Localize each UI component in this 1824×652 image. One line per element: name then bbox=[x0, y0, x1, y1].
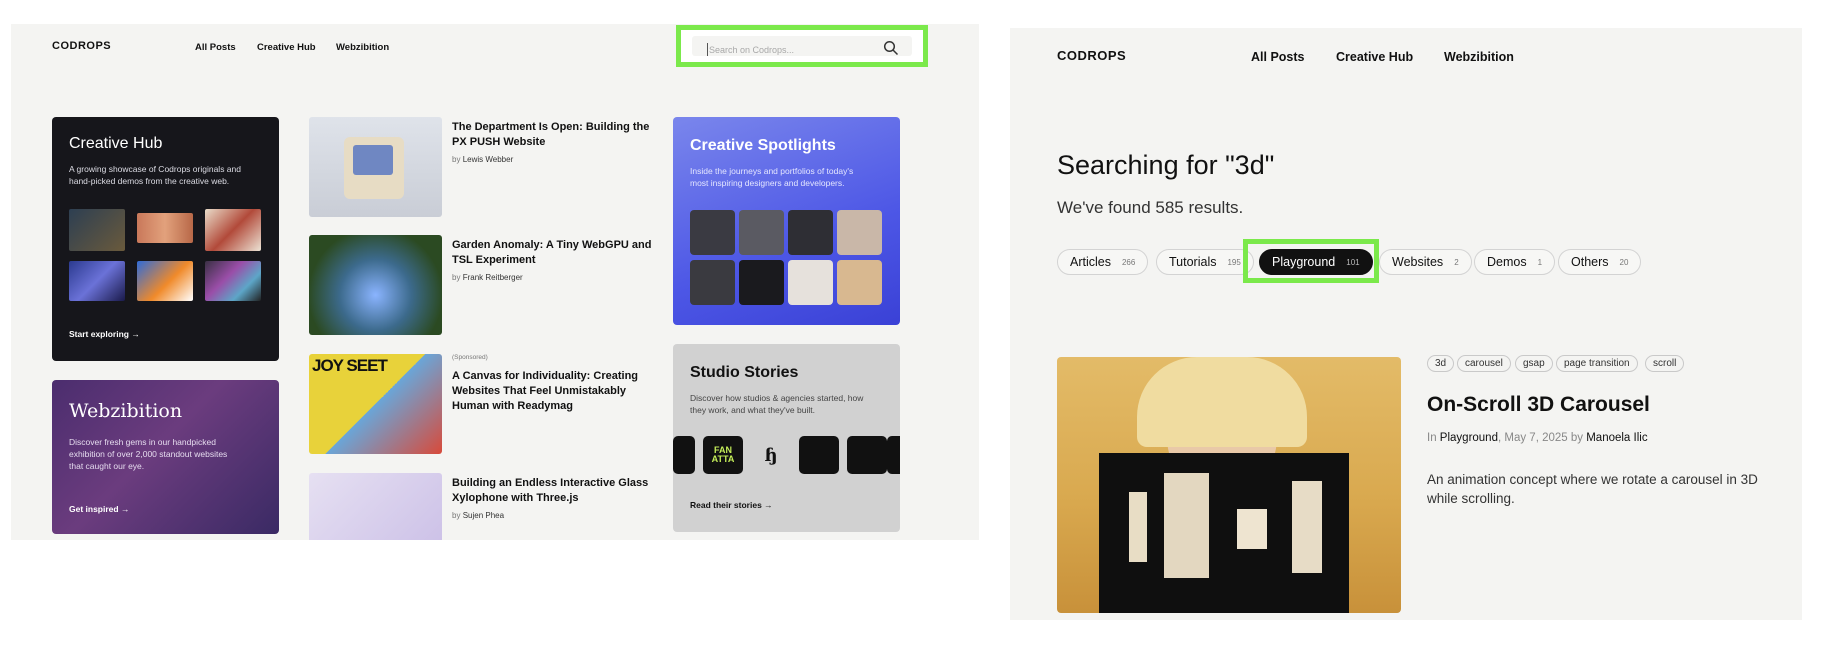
filter-websites[interactable]: Websites 2 bbox=[1379, 249, 1472, 275]
designer-photo[interactable] bbox=[788, 260, 833, 305]
studio-stories-card[interactable]: Studio Stories Discover how studios & ag… bbox=[673, 344, 900, 532]
article-title[interactable]: Building an Endless Interactive Glass Xy… bbox=[452, 476, 652, 506]
filter-tutorials[interactable]: Tutorials 195 bbox=[1156, 249, 1254, 275]
result-meta: In Playground, May 7, 2025 by Manoela Il… bbox=[1427, 432, 1648, 444]
get-inspired-link[interactable]: Get inspired → bbox=[69, 504, 129, 514]
article-title[interactable]: A Canvas for Individuality: Creating Web… bbox=[452, 369, 652, 414]
card-description: Discover fresh gems in our handpicked ex… bbox=[69, 437, 228, 471]
search-icon[interactable] bbox=[883, 40, 899, 56]
search-heading: Searching for "3d" bbox=[1057, 150, 1275, 180]
search-results-screenshot: CODROPS All Posts Creative Hub Webzibiti… bbox=[1010, 28, 1802, 620]
article-thumbnail[interactable] bbox=[309, 235, 442, 335]
article-thumbnail[interactable]: JOY SEET bbox=[309, 354, 442, 454]
designer-photo[interactable] bbox=[837, 260, 882, 305]
article-item[interactable]: Building an Endless Interactive Glass Xy… bbox=[309, 473, 649, 540]
article-title[interactable]: The Department Is Open: Building the PX … bbox=[452, 120, 652, 150]
article-thumbnail[interactable] bbox=[309, 473, 442, 540]
result-category[interactable]: Playground bbox=[1440, 432, 1498, 444]
studio-logo[interactable] bbox=[799, 436, 839, 474]
nav-webzibition[interactable]: Webzibition bbox=[1444, 50, 1514, 64]
filter-demos[interactable]: Demos 1 bbox=[1474, 249, 1556, 275]
demo-thumbnail bbox=[205, 261, 261, 301]
result-thumbnail[interactable] bbox=[1057, 357, 1401, 613]
designer-photo[interactable] bbox=[837, 210, 882, 255]
demo-thumbnail bbox=[69, 261, 125, 301]
studio-logo[interactable] bbox=[847, 436, 887, 474]
demo-thumbnail bbox=[137, 213, 193, 243]
article-author[interactable]: Sujen Phea bbox=[463, 511, 504, 520]
read-their-stories-link[interactable]: Read their stories → bbox=[690, 500, 773, 510]
text-caret bbox=[707, 43, 708, 56]
article-item[interactable]: The Department Is Open: Building the PX … bbox=[309, 117, 649, 217]
designer-photo[interactable] bbox=[739, 210, 784, 255]
studio-logo[interactable]: ɧ bbox=[751, 436, 791, 474]
tag-carousel[interactable]: carousel bbox=[1457, 355, 1511, 372]
tag-gsap[interactable]: gsap bbox=[1515, 355, 1553, 372]
card-title: Webzibition bbox=[69, 400, 183, 422]
tag-scroll[interactable]: scroll bbox=[1645, 355, 1685, 372]
designer-photo[interactable] bbox=[739, 260, 784, 305]
filter-others[interactable]: Others 20 bbox=[1558, 249, 1642, 275]
card-description: A growing showcase of Codrops originals … bbox=[69, 164, 241, 186]
tag-page-transition[interactable]: page transition bbox=[1556, 355, 1638, 372]
tag-3d[interactable]: 3d bbox=[1427, 355, 1455, 372]
article-byline: by Frank Reitberger bbox=[452, 273, 523, 282]
result-title[interactable]: On-Scroll 3D Carousel bbox=[1427, 393, 1650, 417]
nav-all-posts[interactable]: All Posts bbox=[1251, 50, 1305, 64]
demo-thumbnail bbox=[205, 209, 261, 251]
demo-thumbnail bbox=[137, 261, 193, 301]
result-description: An animation concept where we rotate a c… bbox=[1427, 472, 1758, 506]
studio-logo[interactable] bbox=[673, 436, 695, 474]
creative-hub-card[interactable]: Creative Hub A growing showcase of Codro… bbox=[52, 117, 279, 361]
playground-highlight bbox=[1243, 239, 1379, 283]
search-placeholder: Search on Codrops... bbox=[709, 45, 795, 55]
filter-articles[interactable]: Articles 266 bbox=[1057, 249, 1149, 275]
site-logo[interactable]: CODROPS bbox=[52, 40, 111, 52]
demo-thumbnail bbox=[69, 209, 125, 251]
article-byline: by Lewis Webber bbox=[452, 155, 514, 164]
card-title: Studio Stories bbox=[690, 364, 799, 381]
nav-creative-hub[interactable]: Creative Hub bbox=[257, 42, 316, 53]
card-description: Discover how studios & agencies started,… bbox=[690, 393, 864, 415]
site-logo[interactable]: CODROPS bbox=[1057, 48, 1126, 63]
webzibition-card[interactable]: Webzibition Discover fresh gems in our h… bbox=[52, 380, 279, 534]
article-author[interactable]: Lewis Webber bbox=[463, 155, 514, 164]
thumbnail-text: JOY SEET bbox=[312, 356, 388, 375]
article-thumbnail[interactable] bbox=[309, 117, 442, 217]
article-item[interactable]: JOY SEET (Sponsored) A Canvas for Indivi… bbox=[309, 354, 649, 454]
article-author[interactable]: Frank Reitberger bbox=[463, 273, 523, 282]
creative-spotlights-card[interactable]: Creative Spotlights Inside the journeys … bbox=[673, 117, 900, 325]
sponsored-label: (Sponsored) bbox=[452, 354, 488, 361]
designer-photo[interactable] bbox=[690, 260, 735, 305]
designer-photo[interactable] bbox=[690, 210, 735, 255]
search-field[interactable]: Search on Codrops... bbox=[676, 25, 928, 67]
homepage-screenshot: CODROPS All Posts Creative Hub Webzibiti… bbox=[11, 24, 979, 540]
studio-logo[interactable]: FAN ATTA bbox=[703, 436, 743, 474]
nav-webzibition[interactable]: Webzibition bbox=[336, 42, 389, 53]
designer-photo[interactable] bbox=[788, 210, 833, 255]
card-description: Inside the journeys and portfolios of to… bbox=[690, 166, 854, 188]
card-title: Creative Spotlights bbox=[690, 137, 836, 154]
studio-logo[interactable]: b. bbox=[887, 436, 900, 474]
article-title[interactable]: Garden Anomaly: A Tiny WebGPU and TSL Ex… bbox=[452, 238, 652, 268]
article-byline: by Sujen Phea bbox=[452, 511, 505, 520]
article-item[interactable]: Garden Anomaly: A Tiny WebGPU and TSL Ex… bbox=[309, 235, 652, 335]
card-title: Creative Hub bbox=[69, 135, 163, 152]
nav-all-posts[interactable]: All Posts bbox=[195, 42, 236, 53]
start-exploring-link[interactable]: Start exploring → bbox=[69, 329, 140, 339]
results-count: We've found 585 results. bbox=[1057, 198, 1244, 217]
result-author[interactable]: Manoela Ilic bbox=[1586, 432, 1647, 444]
nav-creative-hub[interactable]: Creative Hub bbox=[1336, 50, 1413, 64]
